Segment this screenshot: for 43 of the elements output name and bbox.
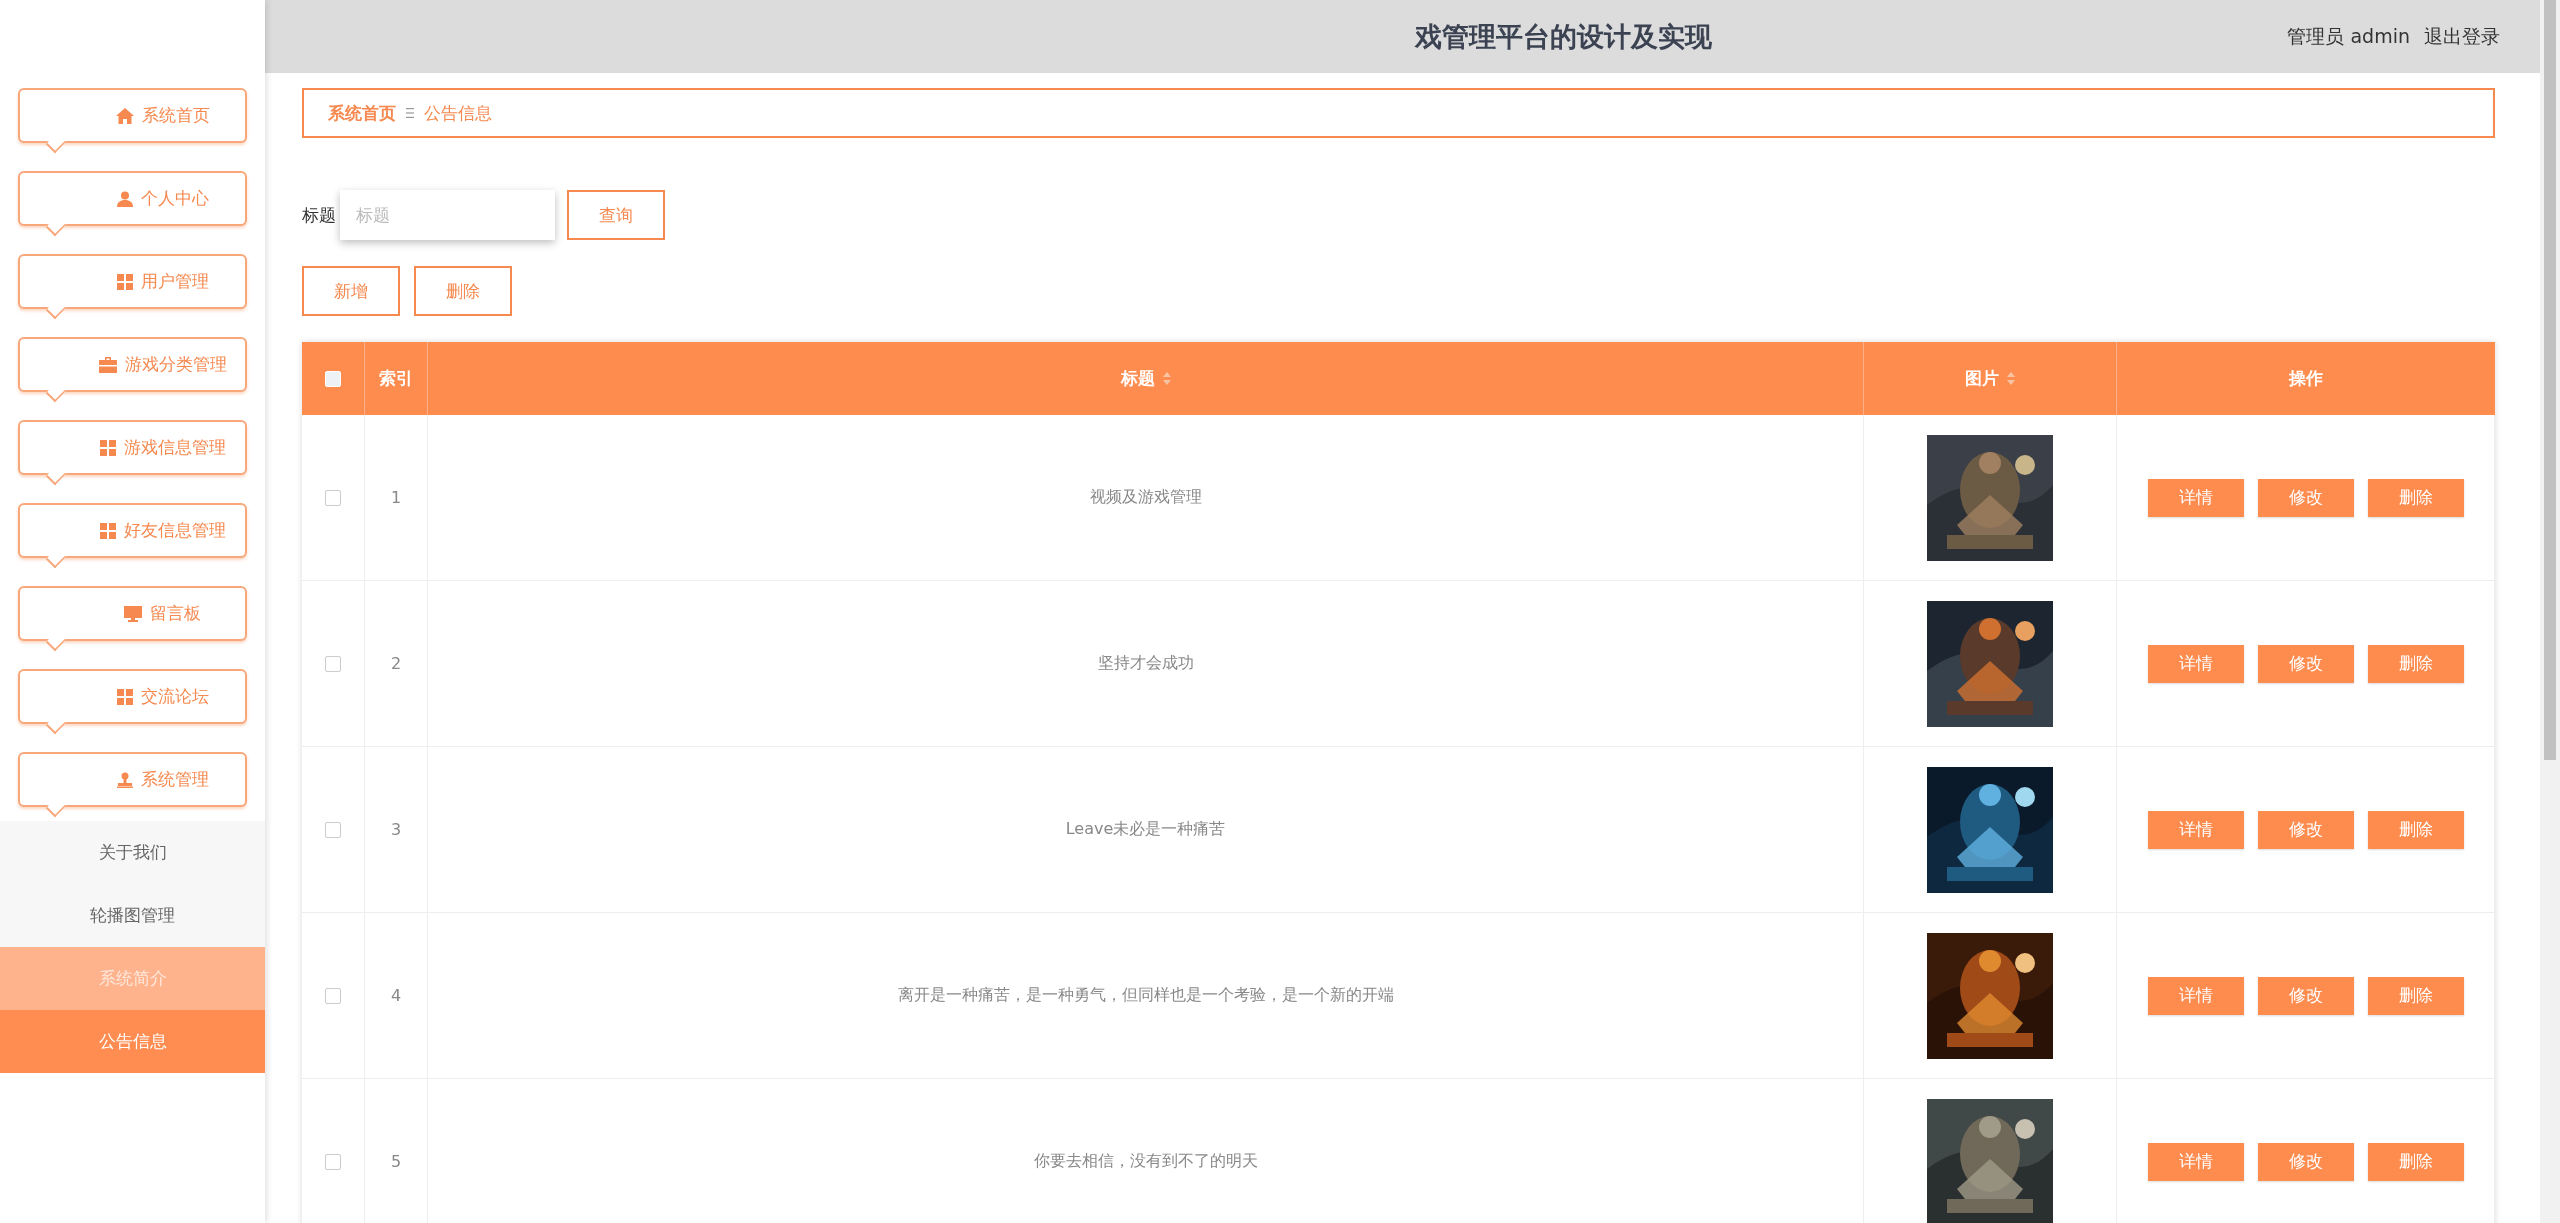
row-action-button[interactable]: 详情 <box>2147 1142 2244 1181</box>
table-cell: 2 <box>390 654 402 673</box>
row-action-button[interactable]: 删除 <box>2367 478 2464 517</box>
search-field[interactable]: 标题 <box>340 190 555 240</box>
logout-link[interactable]: 退出登录 <box>2424 23 2500 50</box>
row-action-button[interactable]: 详情 <box>2147 644 2244 683</box>
row-action-button[interactable]: 删除 <box>2367 976 2464 1015</box>
row-action-button[interactable]: 修改 <box>2257 1142 2354 1181</box>
breadcrumb-link[interactable]: 系统首页 <box>328 101 396 125</box>
submenu-item[interactable]: 系统简介 <box>0 947 265 1010</box>
column-header[interactable]: 标题 <box>1120 367 1155 390</box>
table-cell: 5 <box>390 1152 402 1171</box>
action-button[interactable]: 新增 <box>302 266 400 316</box>
submenu-item[interactable]: 关于我们 <box>0 821 265 884</box>
table-cell: 1 <box>390 488 402 507</box>
table-cell: 坚持才会成功 <box>1097 653 1194 674</box>
row-action-button[interactable]: 修改 <box>2257 478 2354 517</box>
table-cell: 你要去相信，没有到不了的明天 <box>1033 1151 1258 1172</box>
row-action-button[interactable]: 删除 <box>2367 1142 2464 1181</box>
row-action-button[interactable]: 删除 <box>2367 644 2464 683</box>
table-cell: 视频及游戏管理 <box>1089 487 1202 508</box>
row-action-button[interactable]: 删除 <box>2367 810 2464 849</box>
row-action-button[interactable]: 详情 <box>2147 478 2244 517</box>
submenu-item[interactable]: 公告信息 <box>0 1010 265 1073</box>
breadcrumb-link[interactable]: 公告信息 <box>424 101 492 125</box>
table-cell: 3 <box>390 820 402 839</box>
column-header[interactable]: 图片 <box>1965 367 1999 390</box>
search-button[interactable]: 查询 <box>567 190 665 240</box>
search-label: 标题 <box>302 203 336 227</box>
row-action-button[interactable]: 详情 <box>2147 976 2244 1015</box>
app-title: 戏管理平台的设计及实现 <box>1415 19 1712 54</box>
submenu-item[interactable]: 轮播图管理 <box>0 884 265 947</box>
table-cell: 离开是一种痛苦，是一种勇气，但同样也是一个考验，是一个新的开端 <box>897 985 1394 1006</box>
table-cell: Leave未必是一种痛苦 <box>1065 819 1226 840</box>
action-button[interactable]: 删除 <box>414 266 512 316</box>
row-action-button[interactable]: 修改 <box>2257 644 2354 683</box>
row-action-button[interactable]: 修改 <box>2257 976 2354 1015</box>
column-header[interactable]: 索引 <box>379 367 413 390</box>
column-header[interactable]: 操作 <box>2289 367 2323 390</box>
table-cell: 4 <box>390 986 402 1005</box>
user-label: 管理员 admin <box>2287 23 2410 49</box>
row-action-button[interactable]: 详情 <box>2147 810 2244 849</box>
row-action-button[interactable]: 修改 <box>2257 810 2354 849</box>
